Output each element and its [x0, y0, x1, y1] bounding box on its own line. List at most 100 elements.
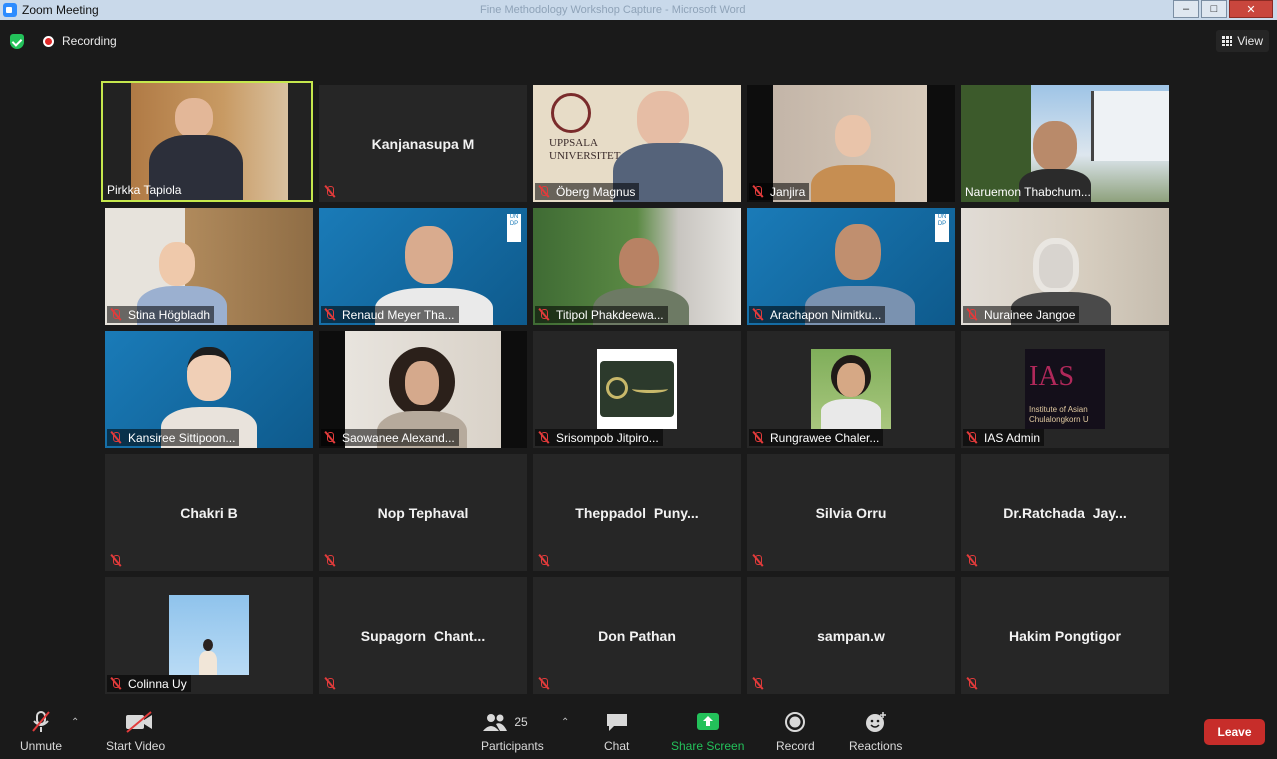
meeting-toolbar: Unmute ⌃ Start Video 25 Participants ⌃ C… [0, 705, 1277, 759]
muted-mic-icon [323, 308, 336, 321]
participant-name: Rungrawee Chaler... [770, 430, 880, 445]
participant-label: Titipol Phakdeewa... [535, 306, 668, 323]
participant-tile[interactable]: Titipol Phakdeewa... [533, 208, 741, 325]
start-video-button[interactable]: Start Video [106, 711, 165, 753]
minimize-button[interactable]: – [1173, 0, 1199, 18]
participants-options-caret-icon[interactable]: ⌃ [561, 717, 569, 728]
muted-mic-icon [323, 554, 336, 567]
participant-tile[interactable]: Kansiree Sittipoon... [105, 331, 313, 448]
participant-tile[interactable]: Don Pathan [533, 577, 741, 694]
reactions-smiley-icon [864, 711, 888, 733]
view-label: View [1237, 34, 1263, 48]
record-button[interactable]: Record [776, 711, 815, 753]
participant-label [749, 675, 774, 692]
participant-tile[interactable]: Nurainee Jangoe [961, 208, 1169, 325]
participant-display-name: Dr.Ratchada Jay... [1003, 504, 1127, 521]
participant-tile[interactable]: Kanjanasupa M [319, 85, 527, 202]
participant-label [321, 552, 346, 569]
participant-tile[interactable]: Saowanee Alexand... [319, 331, 527, 448]
person-head [835, 115, 871, 157]
participant-tile[interactable]: Supagorn Chant... [319, 577, 527, 694]
unmute-label: Unmute [20, 739, 63, 753]
participant-label [963, 552, 988, 569]
participant-tile[interactable]: Nop Tephaval [319, 454, 527, 571]
person-head [159, 242, 195, 286]
participant-label [107, 552, 132, 569]
participant-tile[interactable]: Srisompob Jitpiro... [533, 331, 741, 448]
participant-tile[interactable]: Stina Högbladh [105, 208, 313, 325]
participant-label [321, 183, 346, 200]
chat-bubble-icon [605, 711, 629, 733]
participant-tile[interactable]: Silvia Orru [747, 454, 955, 571]
participant-label: Arachapon Nimitku... [749, 306, 886, 323]
close-button[interactable]: ✕ [1229, 0, 1273, 18]
person-head [203, 639, 213, 651]
participants-icon: 25 [482, 711, 542, 733]
participant-tile[interactable]: UN DP Arachapon Nimitku... [747, 208, 955, 325]
participant-label: Colinna Uy [107, 675, 191, 692]
participant-tile[interactable]: Theppadol Puny... [533, 454, 741, 571]
participant-display-name: Nop Tephaval [377, 504, 469, 521]
chat-button[interactable]: Chat [604, 711, 629, 753]
muted-mic-icon [751, 677, 764, 690]
record-icon [783, 711, 807, 733]
participant-tile[interactable]: UN DP Renaud Meyer Tha... [319, 208, 527, 325]
person-body [811, 165, 895, 202]
recording-label[interactable]: Recording [62, 34, 117, 48]
participants-label: Participants [481, 739, 544, 753]
muted-mic-icon [109, 677, 122, 690]
participant-display-name: Silvia Orru [815, 504, 887, 521]
undp-logo: UN DP [935, 214, 949, 242]
participant-tile[interactable]: Naruemon Thabchum... [961, 85, 1169, 202]
participant-label: Pirkka Tapiola [105, 181, 185, 198]
participant-label: Srisompob Jitpiro... [535, 429, 663, 446]
title-bar: Zoom Meeting Fine Methodology Workshop C… [0, 0, 1277, 20]
muted-mic-icon [965, 554, 978, 567]
participant-tile[interactable]: Chakri B [105, 454, 313, 571]
participant-tile[interactable]: IAS Institute of Asian Chulalongkorn U I… [961, 331, 1169, 448]
share-screen-button[interactable]: Share Screen [671, 711, 744, 753]
participant-name: IAS Admin [984, 430, 1041, 445]
participant-tile[interactable]: sampan.w [747, 577, 955, 694]
participant-display-name: Theppadol Puny... [575, 504, 699, 521]
participant-tile[interactable]: Pirkka Tapiola [101, 81, 313, 202]
logo-script-icon [632, 385, 668, 393]
audio-options-caret-icon[interactable]: ⌃ [71, 717, 79, 728]
participant-name: Srisompob Jitpiro... [556, 430, 659, 445]
person-head [405, 361, 439, 405]
participant-name: Janjira [770, 184, 806, 199]
leave-button[interactable]: Leave [1204, 719, 1265, 745]
muted-mic-icon [965, 677, 978, 690]
muted-mic-icon [323, 677, 336, 690]
undp-logo: UN DP [507, 214, 521, 242]
muted-mic-icon [109, 308, 122, 321]
participant-name: Colinna Uy [128, 676, 187, 691]
logo-ring-icon [606, 377, 628, 399]
person-head [405, 226, 453, 284]
view-button[interactable]: View [1216, 30, 1269, 52]
participant-tile[interactable]: Hakim Pongtigor [961, 577, 1169, 694]
person-head [1033, 121, 1077, 171]
person-head [637, 91, 689, 147]
participant-name: Saowanee Alexand... [342, 430, 455, 445]
participant-tile[interactable]: UPPSALA UNIVERSITET Öberg Magnus [533, 85, 741, 202]
security-shield-icon[interactable] [10, 34, 24, 49]
start-video-label: Start Video [106, 739, 166, 753]
participant-tile[interactable]: Rungrawee Chaler... [747, 331, 955, 448]
participant-label: IAS Admin [963, 429, 1045, 446]
unmute-button[interactable]: Unmute [20, 711, 62, 753]
participant-tile[interactable]: Colinna Uy [105, 577, 313, 694]
reactions-button[interactable]: Reactions [849, 711, 902, 753]
maximize-button[interactable]: □ [1201, 0, 1227, 18]
participant-label: Nurainee Jangoe [963, 306, 1080, 323]
participant-avatar [811, 349, 891, 429]
participant-tile[interactable]: Dr.Ratchada Jay... [961, 454, 1169, 571]
participant-label: Saowanee Alexand... [321, 429, 459, 446]
participant-tile[interactable]: Janjira [747, 85, 955, 202]
muted-mic-icon [537, 185, 550, 198]
participant-name: Stina Högbladh [128, 307, 211, 322]
participants-button[interactable]: 25 Participants [481, 711, 544, 753]
participant-count: 25 [514, 715, 528, 729]
participant-avatar: IAS Institute of Asian Chulalongkorn U [1025, 349, 1105, 429]
muted-mic-icon [323, 431, 336, 444]
